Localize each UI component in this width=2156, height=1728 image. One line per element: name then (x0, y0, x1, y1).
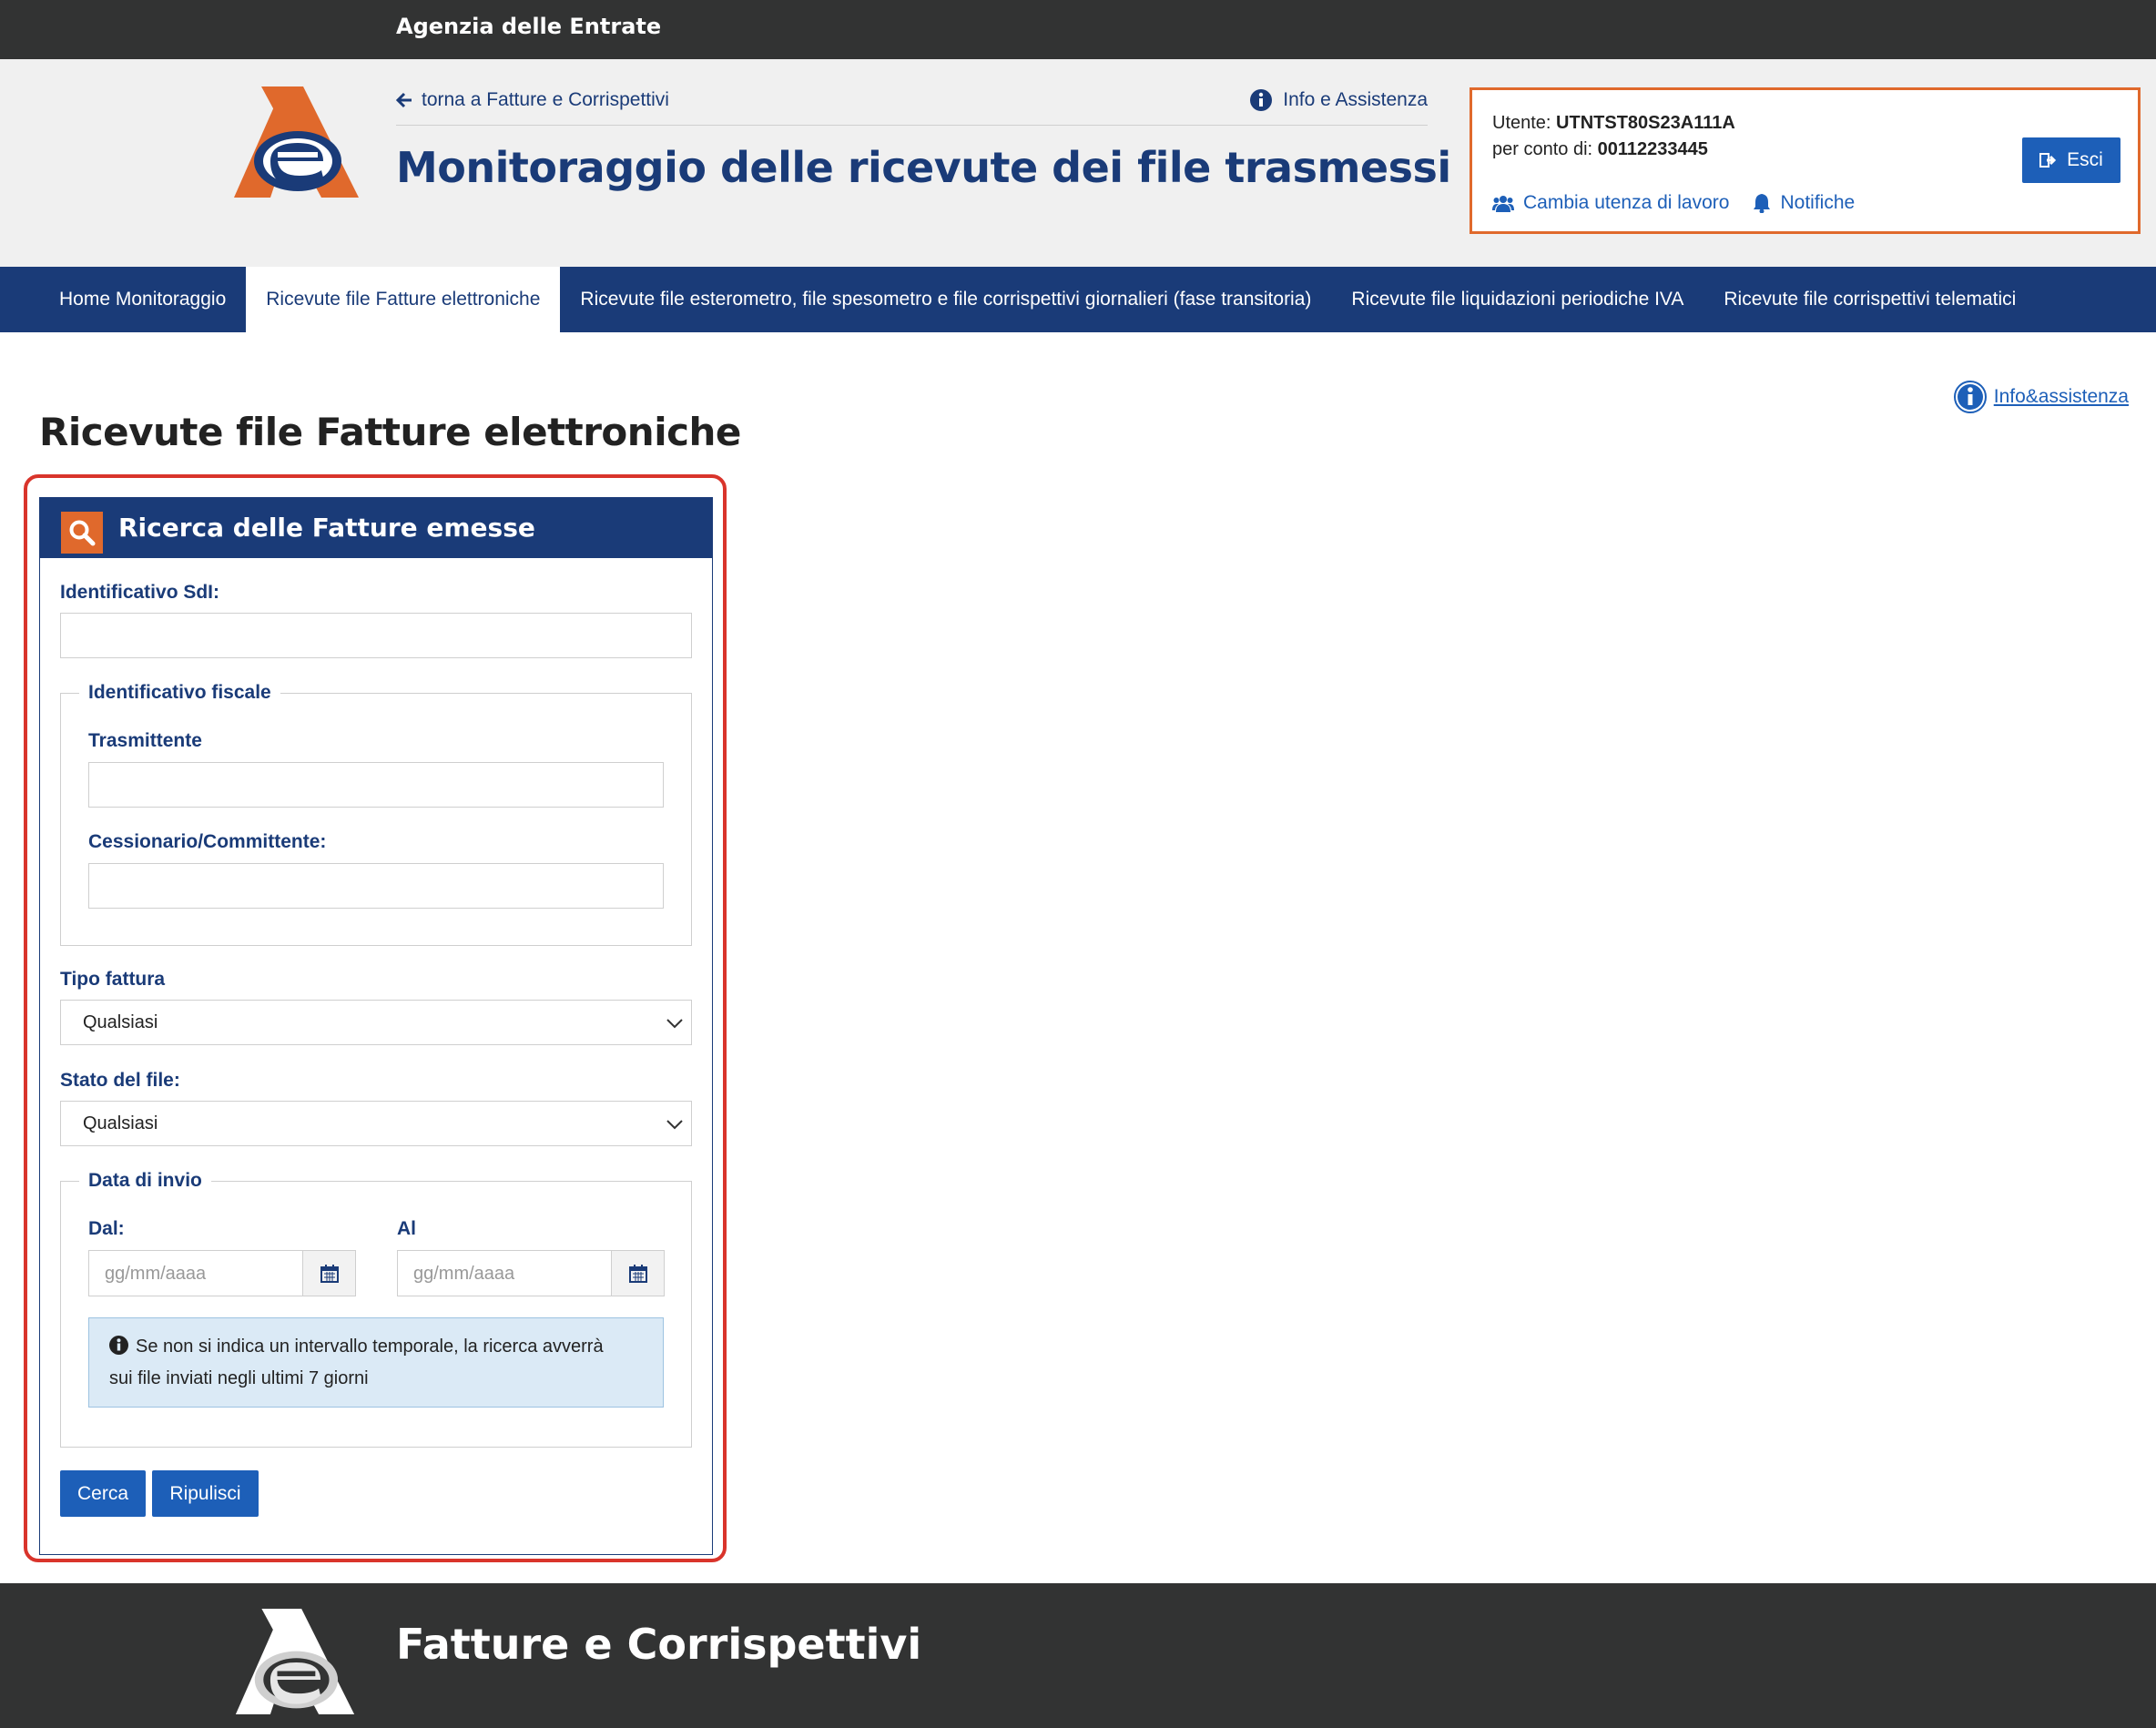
date-range-notice: Se non si indica un intervallo temporale… (88, 1317, 664, 1408)
tab-home-monitoraggio[interactable]: Home Monitoraggio (39, 267, 246, 332)
reset-button[interactable]: Ripulisci (152, 1470, 259, 1517)
account-line: per conto di: 00112233445 (1492, 139, 1708, 159)
from-date-label: Dal: (88, 1218, 125, 1239)
invoice-type-label: Tipo fattura (60, 969, 166, 990)
file-state-label: Stato del file: (60, 1070, 180, 1091)
header-divider (396, 125, 1428, 126)
panel-header: Ricerca delle Fatture emesse (40, 498, 712, 558)
to-date-placeholder: gg/mm/aaaa (413, 1264, 515, 1284)
search-panel: Ricerca delle Fatture emesse Identificat… (39, 497, 713, 1555)
search-icon (61, 512, 103, 554)
top-bar: Agenzia delle Entrate (0, 0, 2156, 59)
date-legend: Data di invio (79, 1170, 211, 1192)
back-link-label: torna a Fatture e Corrispettivi (422, 89, 669, 110)
user-id: UTNTST80S23A111A (1556, 113, 1735, 133)
info-assistance-link[interactable]: Info e Assistenza (1250, 89, 1428, 111)
panel-title: Ricerca delle Fatture emesse (118, 513, 535, 543)
arrow-left-icon (396, 92, 412, 108)
sdi-label: Identificativo SdI: (60, 582, 220, 603)
bell-icon (1754, 194, 1771, 213)
logout-button[interactable]: Esci (2022, 137, 2120, 183)
notice-line2: sui file inviati negli ultimi 7 giorni (109, 1368, 369, 1388)
tab-liquidazioni-iva[interactable]: Ricevute file liquidazioni periodiche IV… (1331, 267, 1703, 332)
date-fieldset (60, 1181, 692, 1448)
calendar-icon[interactable] (611, 1251, 664, 1296)
account-id: 00112233445 (1597, 139, 1708, 159)
tab-fatture-elettroniche[interactable]: Ricevute file Fatture elettroniche (246, 267, 561, 332)
page-title: Monitoraggio delle ricevute dei file tra… (396, 143, 1451, 192)
logout-icon (2039, 153, 2057, 168)
footer: Fatture e Corrispettivi (0, 1583, 2156, 1728)
to-date-label: Al (397, 1218, 416, 1239)
from-date-placeholder: gg/mm/aaaa (105, 1264, 207, 1284)
header: torna a Fatture e Corrispettivi Info e A… (0, 59, 2156, 267)
notice-line1: Se non si indica un intervallo temporale… (136, 1337, 604, 1357)
info-assistance-right-link[interactable]: Info&assistenza (1953, 381, 2129, 413)
tab-corrispettivi-telematici[interactable]: Ricevute file corrispettivi telematici (1703, 267, 2036, 332)
user-line: Utente: UTNTST80S23A111A (1492, 113, 1735, 133)
chevron-down-icon (666, 1120, 683, 1130)
back-link[interactable]: torna a Fatture e Corrispettivi (396, 89, 669, 111)
fiscal-id-legend: Identificativo fiscale (79, 682, 280, 704)
file-state-value: Qualsiasi (83, 1113, 158, 1133)
sdi-input[interactable] (60, 613, 692, 658)
agency-logo[interactable] (234, 86, 359, 198)
info-icon (1250, 89, 1273, 111)
notifications-label: Notifiche (1780, 192, 1856, 213)
invoice-type-value: Qualsiasi (83, 1012, 158, 1032)
invoice-type-select[interactable]: Qualsiasi (60, 1000, 692, 1045)
user-box: Utente: UTNTST80S23A111A per conto di: 0… (1470, 87, 2141, 234)
search-button[interactable]: Cerca (60, 1470, 146, 1517)
logout-label: Esci (2067, 149, 2103, 170)
from-date-input[interactable]: gg/mm/aaaa (88, 1250, 356, 1296)
info-icon (109, 1336, 128, 1355)
file-state-select[interactable]: Qualsiasi (60, 1101, 692, 1146)
agency-name[interactable]: Agenzia delle Entrate (396, 14, 661, 39)
change-user-label: Cambia utenza di lavoro (1523, 192, 1730, 213)
agency-logo[interactable] (233, 1609, 357, 1714)
tab-esterometro[interactable]: Ricevute file esterometro, file spesomet… (560, 267, 1331, 332)
transmitter-label: Trasmittente (88, 730, 202, 751)
customer-input[interactable] (88, 863, 664, 909)
info-assistance-label: Info&assistenza (1993, 386, 2129, 407)
to-date-input[interactable]: gg/mm/aaaa (397, 1250, 665, 1296)
section-title: Ricevute file Fatture elettroniche (39, 410, 741, 454)
notifications-link[interactable]: Notifiche (1753, 192, 1855, 214)
users-icon (1492, 196, 1514, 212)
customer-label: Cessionario/Committente: (88, 831, 327, 852)
footer-title: Fatture e Corrispettivi (396, 1620, 922, 1669)
info-icon (1953, 381, 1987, 413)
chevron-down-icon (666, 1019, 683, 1029)
main-nav: Home Monitoraggio Ricevute file Fatture … (0, 267, 2156, 332)
change-user-link[interactable]: Cambia utenza di lavoro (1492, 192, 1729, 214)
calendar-icon[interactable] (302, 1251, 355, 1296)
info-link-label: Info e Assistenza (1283, 89, 1428, 110)
transmitter-input[interactable] (88, 762, 664, 808)
